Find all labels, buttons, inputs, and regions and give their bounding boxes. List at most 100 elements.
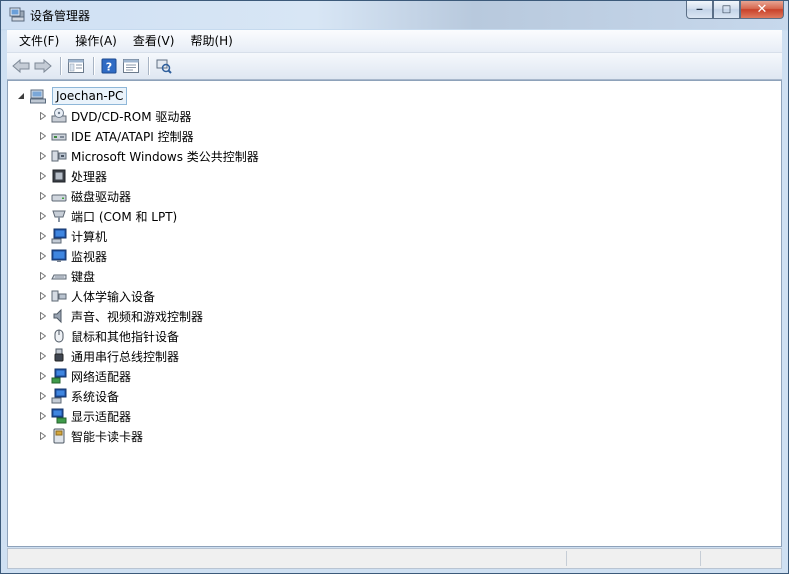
expand-arrow-icon[interactable] [38,351,48,361]
menu-view[interactable]: 查看(V) [125,31,183,51]
menu-bar: 文件(F) 操作(A) 查看(V) 帮助(H) [7,30,782,53]
tree-item-label: 键盘 [71,269,96,284]
scan-hardware-icon [156,59,172,74]
processor-icon [51,168,67,184]
expand-arrow-icon[interactable] [38,391,48,401]
help-button[interactable]: ? [99,56,119,76]
tree-item-label: 通用串行总线控制器 [71,349,180,364]
back-arrow-icon [12,59,30,73]
tree-item-label: IDE ATA/ATAPI 控制器 [71,129,194,144]
computer-icon [30,88,46,104]
usb-controller-icon [51,148,67,164]
tree-item-ports[interactable]: 端口 (COM 和 LPT) [38,206,259,226]
expand-arrow-icon[interactable] [38,251,48,261]
expand-arrow-icon[interactable] [38,191,48,201]
expand-arrow-icon[interactable] [38,271,48,281]
tree-item-usb-controllers[interactable]: 通用串行总线控制器 [38,346,259,366]
minimize-button[interactable]: ‒ [686,1,713,19]
tree-root-label: Joechan-PC [52,87,128,105]
forward-button[interactable] [33,56,53,76]
window-title: 设备管理器 [30,9,91,23]
properties-button[interactable] [121,56,141,76]
expand-arrow-icon[interactable] [38,231,48,241]
device-manager-icon [9,7,25,22]
expand-arrow-icon[interactable] [38,171,48,181]
maximize-icon: □ [721,4,732,15]
properties-icon [123,59,139,73]
tree-item-ide-controllers[interactable]: IDE ATA/ATAPI 控制器 [38,126,259,146]
smart-card-reader-icon [51,428,67,444]
ide-controller-icon [51,128,67,144]
tree-item-smart-card-readers[interactable]: 智能卡读卡器 [38,426,259,446]
menu-file[interactable]: 文件(F) [11,31,67,51]
expand-arrow-icon[interactable] [38,151,48,161]
expand-arrow-icon[interactable] [38,371,48,381]
menu-action[interactable]: 操作(A) [67,31,125,51]
tree-item-label: 智能卡读卡器 [71,429,144,444]
minimize-icon: ‒ [696,4,703,15]
network-adapter-icon [51,368,67,384]
tree-item-label: DVD/CD-ROM 驱动器 [71,109,192,124]
toolbar-separator [148,57,149,75]
expand-arrow-icon[interactable] [38,311,48,321]
caption-buttons: ‒ □ ✕ [686,1,784,20]
tree-item-processors[interactable]: 处理器 [38,166,259,186]
device-category-list: DVD/CD-ROM 驱动器 IDE ATA/ATAPI 控制器 Microso… [38,106,259,446]
tree-root[interactable]: Joechan-PC [16,86,128,106]
expand-arrow-icon[interactable] [38,291,48,301]
expand-arrow-icon[interactable] [38,131,48,141]
collapse-arrow-icon[interactable] [16,91,26,101]
tree-item-label: 计算机 [71,229,108,244]
expand-arrow-icon[interactable] [38,411,48,421]
keyboard-icon [51,268,67,284]
tree-item-sound-video-game[interactable]: 声音、视频和游戏控制器 [38,306,259,326]
show-hide-console-tree-icon [68,59,84,73]
tree-item-system-devices[interactable]: 系统设备 [38,386,259,406]
tree-item-mice[interactable]: 鼠标和其他指针设备 [38,326,259,346]
system-device-icon [51,388,67,404]
svg-text:?: ? [106,61,112,74]
expand-arrow-icon[interactable] [38,111,48,121]
toolbar-separator [60,57,61,75]
status-pane [566,551,700,566]
close-button[interactable]: ✕ [740,1,784,19]
tree-item-network-adapters[interactable]: 网络适配器 [38,366,259,386]
status-pane [700,551,783,566]
tree-item-computer[interactable]: 计算机 [38,226,259,246]
back-button[interactable] [11,56,31,76]
hid-icon [51,288,67,304]
tree-item-monitors[interactable]: 监视器 [38,246,259,266]
tree-item-keyboards[interactable]: 键盘 [38,266,259,286]
tree-item-hid[interactable]: 人体学输入设备 [38,286,259,306]
help-icon: ? [101,58,117,74]
tree-item-label: 声音、视频和游戏控制器 [71,309,204,324]
device-manager-window: 设备管理器 ‒ □ ✕ 文件(F) 操作(A) 查看(V) 帮助(H) ? Jo… [0,0,789,574]
mouse-icon [51,328,67,344]
tree-item-label: 鼠标和其他指针设备 [71,329,180,344]
title-bar[interactable]: 设备管理器 ‒ □ ✕ [1,1,788,29]
forward-arrow-icon [34,59,52,73]
computer-icon [51,228,67,244]
tree-item-display-adapters[interactable]: 显示适配器 [38,406,259,426]
status-bar [7,548,782,569]
tree-item-dvd-drives[interactable]: DVD/CD-ROM 驱动器 [38,106,259,126]
scan-hardware-button[interactable] [154,56,174,76]
show-hide-tree-button[interactable] [66,56,86,76]
tree-item-label: Microsoft Windows 类公共控制器 [71,149,259,164]
expand-arrow-icon[interactable] [38,431,48,441]
tree-item-label: 监视器 [71,249,108,264]
expand-arrow-icon[interactable] [38,211,48,221]
close-icon: ✕ [756,2,768,17]
maximize-button[interactable]: □ [713,1,740,19]
speaker-icon [51,308,67,324]
device-tree-pane[interactable]: Joechan-PC DVD/CD-ROM 驱动器 IDE ATA/ATAPI … [7,80,782,547]
port-icon [51,208,67,224]
expand-arrow-icon[interactable] [38,331,48,341]
tree-item-label: 显示适配器 [71,409,132,424]
tree-item-label: 人体学输入设备 [71,289,156,304]
usb-plug-icon [51,348,67,364]
tree-item-disk-drives[interactable]: 磁盘驱动器 [38,186,259,206]
tree-item-label: 磁盘驱动器 [71,189,132,204]
tree-item-windows-controllers[interactable]: Microsoft Windows 类公共控制器 [38,146,259,166]
menu-help[interactable]: 帮助(H) [182,31,240,51]
